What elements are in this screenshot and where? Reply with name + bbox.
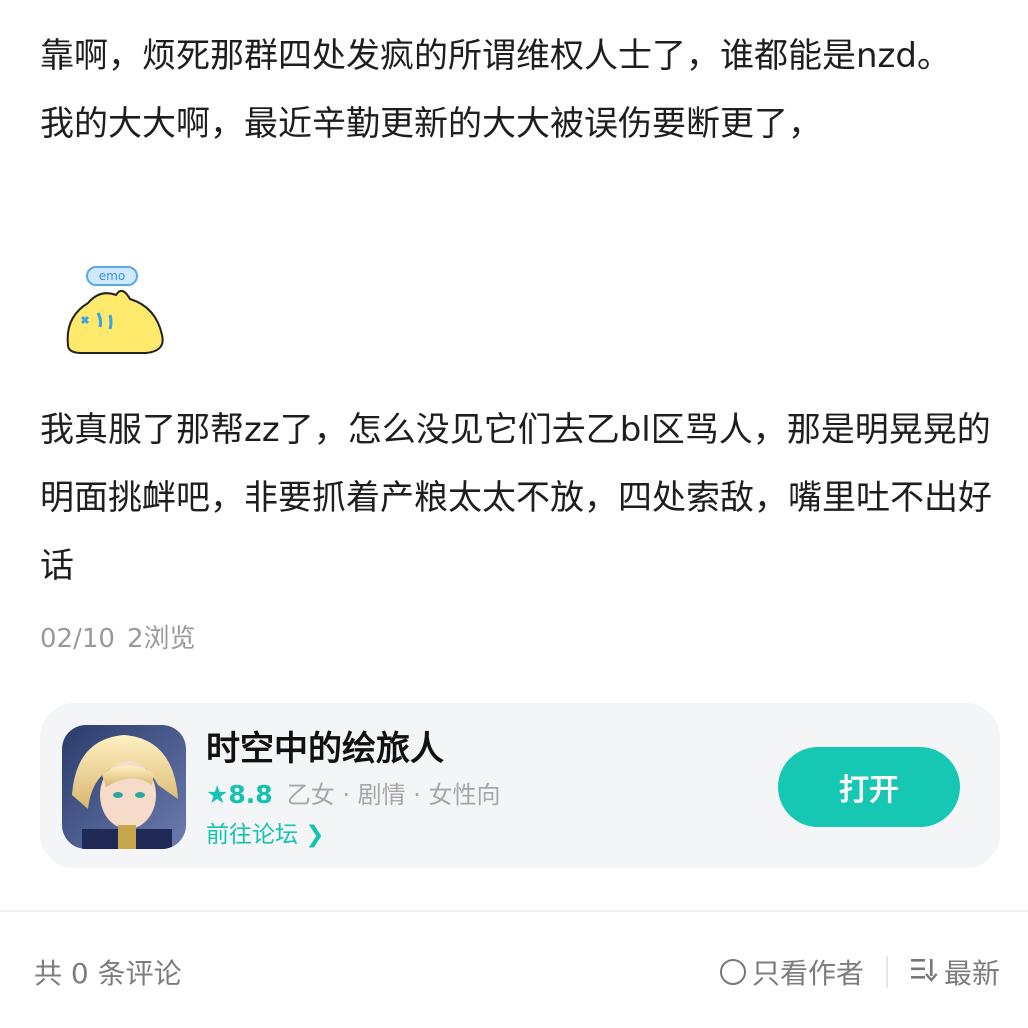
comment-count: 共 0 条评论 — [34, 957, 182, 990]
post-meta: 02/10 2浏览 — [40, 618, 207, 655]
sort-latest[interactable]: 最新 — [944, 952, 1000, 992]
post-date: 02/10 — [40, 624, 115, 654]
app-rating: ★8.8 — [206, 780, 273, 809]
forum-link[interactable]: 前往论坛 ❯ — [206, 815, 325, 849]
post-views: 2浏览 — [126, 624, 196, 654]
post-body-continued: 我真服了那帮zz了，怎么没见它们去乙bl区骂人，那是明晃晃的明面挑衅吧，非要抓着… — [40, 396, 1000, 600]
post-body: 靠啊，烦死那群四处发疯的所谓维权人士了，谁都能是nzd。 我的大大啊，最近辛勤更… — [40, 22, 1000, 158]
app-card[interactable]: 时空中的绘旅人 ★8.8 乙女 · 剧情 · 女性向 前往论坛 ❯ 打开 — [40, 703, 1000, 868]
emoji-emo-text: emo — [99, 269, 125, 283]
sort-icon[interactable] — [910, 956, 938, 989]
post-paragraph-1: 靠啊，烦死那群四处发疯的所谓维权人士了，谁都能是nzd。 — [40, 36, 951, 76]
app-icon-portrait[interactable] — [62, 725, 186, 849]
open-app-button[interactable]: 打开 — [778, 747, 960, 827]
separator — [885, 956, 888, 988]
crying-blob-emoji: emo — [60, 265, 170, 365]
app-rating-row: ★8.8 乙女 · 剧情 · 女性向 — [206, 775, 500, 810]
author-only-toggle[interactable]: 只看作者 — [752, 952, 864, 992]
post-paragraph-2: 我的大大啊，最近辛勤更新的大大被误伤要断更了， — [40, 104, 822, 144]
comment-filters: 只看作者 最新 — [719, 952, 1000, 992]
app-name[interactable]: 时空中的绘旅人 — [206, 721, 444, 770]
app-tags: 乙女 · 剧情 · 女性向 — [286, 781, 501, 809]
radio-circle-icon[interactable] — [719, 959, 746, 985]
post-paragraph-3: 我真服了那帮zz了，怎么没见它们去乙bl区骂人，那是明晃晃的明面挑衅吧，非要抓着… — [40, 410, 992, 586]
divider — [0, 910, 1028, 912]
